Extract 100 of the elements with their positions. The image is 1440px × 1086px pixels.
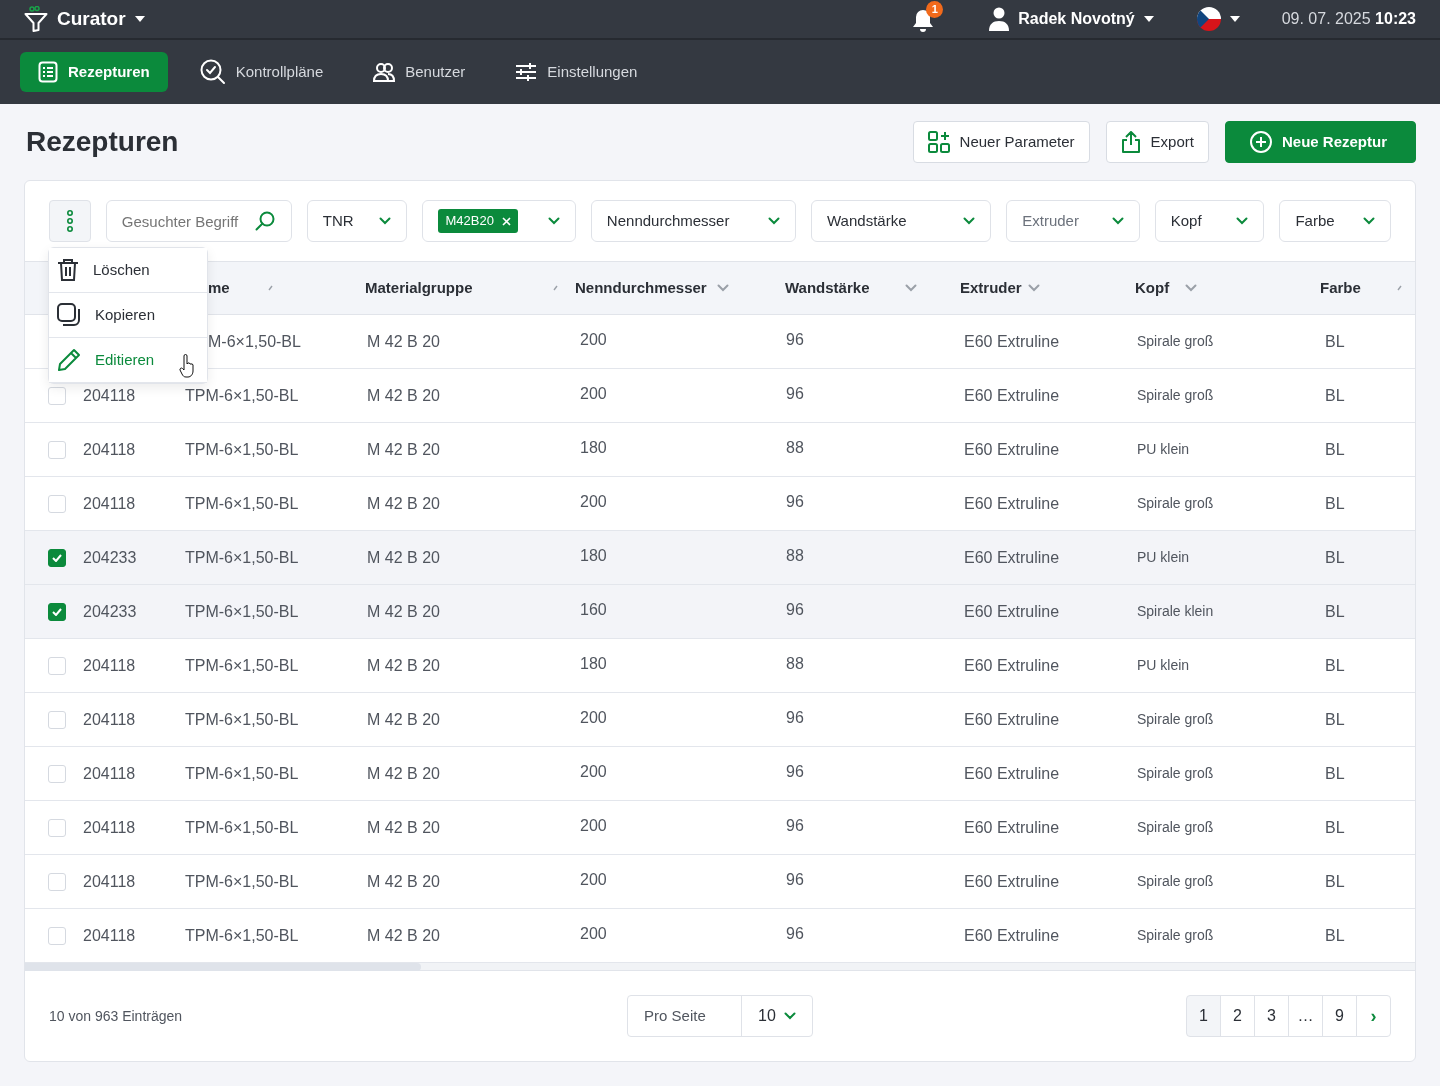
entries-summary: 10 von 963 Einträgen xyxy=(49,1006,184,1026)
column-header[interactable]: Wandstärke xyxy=(785,276,870,300)
table-cell-text: M 42 B 20 xyxy=(367,709,440,730)
action-button[interactable]: Neue Rezeptur xyxy=(1224,121,1416,163)
page-title: Rezepturen xyxy=(26,125,179,159)
row-checkbox[interactable] xyxy=(48,548,66,567)
table-cell-text: TPM-6×1,50-BL xyxy=(185,493,299,514)
table-cell-text: 200 xyxy=(580,383,607,404)
filter-select[interactable]: Extruder xyxy=(1006,200,1140,242)
nav-tab[interactable]: Einstellungen xyxy=(497,52,656,92)
action-button[interactable]: Export xyxy=(1105,121,1209,163)
table-cell-text: TPM-6×1,50-BL xyxy=(185,385,299,406)
table-cell-text: TPM-6×1,50-BL xyxy=(185,601,299,622)
table-cell-text: 200 xyxy=(580,923,607,944)
menu-item[interactable]: Kopieren xyxy=(49,293,207,338)
next-page-button[interactable]: › xyxy=(1356,995,1391,1037)
table-cell-text: E60 Extruline xyxy=(964,439,1060,460)
table-cell-text: E60 Extruline xyxy=(964,547,1060,568)
column-header[interactable]: Materialgruppe xyxy=(365,276,473,300)
page-button[interactable]: 1 xyxy=(1186,995,1221,1037)
table-cell-text: 204233 xyxy=(83,601,137,622)
chevron-down-icon xyxy=(783,1012,796,1020)
table-cell-text: PU klein xyxy=(1137,440,1190,459)
table-cell-text: 204118 xyxy=(83,871,136,892)
table-cell-text: M 42 B 20 xyxy=(367,817,440,838)
table-cell-text: BL xyxy=(1325,439,1345,460)
table-cell-text: 200 xyxy=(580,707,607,728)
chevron-down-icon xyxy=(768,217,780,225)
table-cell-text: Spirale groß xyxy=(1137,818,1214,837)
table-cell-text: 180 xyxy=(580,545,607,566)
table-cell-text: Spirale groß xyxy=(1137,872,1214,891)
table-cell-text: E60 Extruline xyxy=(964,655,1060,676)
language-button[interactable] xyxy=(1195,6,1242,32)
filter-tag: M42B20 xyxy=(438,209,518,233)
page-button[interactable]: 3 xyxy=(1254,995,1289,1037)
menu-item[interactable]: Löschen xyxy=(49,248,207,293)
table-cell-text: M 42 B 20 xyxy=(367,439,440,460)
column-header[interactable]: Farbe xyxy=(1320,276,1361,300)
nav-tab[interactable]: Kontrollpläne xyxy=(181,52,342,92)
checkmark-icon xyxy=(52,553,62,562)
filter-select[interactable]: Nenndurchmesser xyxy=(590,200,796,242)
table-cell-text: Spirale groß xyxy=(1137,764,1214,783)
sort-chevron-icon xyxy=(716,284,729,292)
table-cell-text: M 42 B 20 xyxy=(367,925,440,946)
chevron-down-icon xyxy=(379,217,392,225)
table-cell-text: E60 Extruline xyxy=(964,385,1060,406)
kebab-icon xyxy=(66,210,73,232)
column-header[interactable]: Nenndurchmesser xyxy=(575,276,707,300)
caret-icon xyxy=(133,15,146,23)
filter-select[interactable]: M42B20 xyxy=(422,200,576,242)
table-cell-text: E60 Extruline xyxy=(964,601,1060,622)
action-button[interactable]: Neuer Parameter xyxy=(912,121,1090,163)
table-cell-text: TPM-6×1,50-BL xyxy=(185,709,299,730)
close-icon[interactable] xyxy=(501,216,511,226)
table-cell-text: BL xyxy=(1325,925,1345,946)
table-cell-text: 204118 xyxy=(83,709,136,730)
funnel-logo-icon xyxy=(24,6,48,32)
table-cell-text: Spirale groß xyxy=(1137,494,1214,513)
app-menu-button[interactable]: Curator xyxy=(56,3,147,35)
page-button[interactable]: … xyxy=(1288,995,1323,1037)
nav-tab[interactable]: Benutzer xyxy=(355,52,484,92)
search-field[interactable]: Gesuchter Begriff xyxy=(105,200,292,242)
table-cell-text: PU klein xyxy=(1137,656,1190,675)
horizontal-scrollbar[interactable] xyxy=(25,963,1415,971)
search-check-icon xyxy=(199,59,226,85)
nav-tab[interactable]: Rezepturen xyxy=(20,52,168,92)
page-button[interactable]: 9 xyxy=(1322,995,1357,1037)
user-menu-button[interactable]: Radek Novotný xyxy=(987,6,1156,32)
table-cell-text: 200 xyxy=(580,491,607,512)
table-cell-text: BL xyxy=(1325,493,1345,514)
filter-select[interactable]: Wandstärke xyxy=(811,200,992,242)
page-button[interactable]: 2 xyxy=(1220,995,1255,1037)
table-cell-text: M 42 B 20 xyxy=(367,385,440,406)
column-header[interactable]: me xyxy=(208,276,230,300)
filter-select[interactable]: Farbe xyxy=(1279,200,1391,242)
column-header[interactable]: Extruder xyxy=(960,276,1022,300)
row-checkbox[interactable] xyxy=(48,602,66,621)
pencil-icon xyxy=(57,348,81,372)
sort-icon xyxy=(267,285,273,291)
table-cell-text: M 42 B 20 xyxy=(367,331,440,352)
table-cell-text: 96 xyxy=(786,599,804,620)
copy-icon xyxy=(57,303,81,327)
per-page-select[interactable]: Pro Seite 10 xyxy=(627,995,813,1037)
table-cell-text: M-6×1,50-BL xyxy=(208,331,301,352)
more-options-button[interactable] xyxy=(49,200,91,242)
table-cell-text: E60 Extruline xyxy=(964,709,1060,730)
filter-select[interactable]: Kopf xyxy=(1154,200,1265,242)
table-cell-text: TPM-6×1,50-BL xyxy=(185,871,299,892)
table-cell-text: 200 xyxy=(580,815,607,836)
table-cell-text: TPM-6×1,50-BL xyxy=(185,763,299,784)
column-header[interactable]: Kopf xyxy=(1135,276,1170,300)
caret-icon xyxy=(1228,15,1241,23)
table-cell-text: BL xyxy=(1325,331,1345,352)
menu-item[interactable]: Editieren xyxy=(49,338,207,383)
filter-select[interactable]: TNR xyxy=(306,200,408,242)
chevron-down-icon xyxy=(547,217,560,225)
table-cell-text: BL xyxy=(1325,655,1345,676)
hand-cursor-icon xyxy=(179,354,195,378)
table-cell-text: 204118 xyxy=(83,385,136,406)
checkmark-icon xyxy=(52,607,62,616)
